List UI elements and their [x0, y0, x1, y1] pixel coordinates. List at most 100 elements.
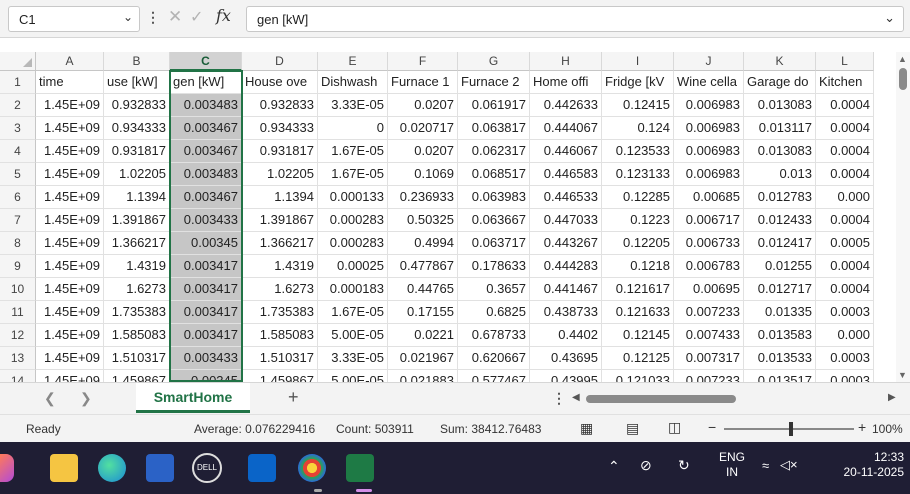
column-header-c[interactable]: C: [170, 52, 242, 71]
data-cell[interactable]: 0.12285: [602, 186, 674, 209]
data-cell[interactable]: 0.003467: [170, 117, 242, 140]
data-cell[interactable]: 0.931817: [242, 140, 318, 163]
mute-notifications-icon[interactable]: ⊘: [640, 457, 652, 474]
data-cell[interactable]: 0.007233: [674, 301, 744, 324]
enter-check-icon[interactable]: ✓: [190, 7, 203, 27]
data-cell[interactable]: 0.003467: [170, 140, 242, 163]
column-header-f[interactable]: F: [388, 52, 458, 71]
data-cell[interactable]: 0.123533: [602, 140, 674, 163]
data-cell[interactable]: 0.000283: [318, 209, 388, 232]
data-cell[interactable]: 0.006783: [674, 255, 744, 278]
scroll-left-icon[interactable]: ◀: [572, 392, 580, 403]
language-indicator[interactable]: ENG IN: [718, 450, 746, 480]
data-cell[interactable]: 1.45E+09: [36, 232, 104, 255]
data-cell[interactable]: 0.00025: [318, 255, 388, 278]
widgets-icon[interactable]: [0, 454, 14, 482]
data-cell[interactable]: 0.000: [816, 186, 874, 209]
data-cell[interactable]: 1.45E+09: [36, 209, 104, 232]
column-header-b[interactable]: B: [104, 52, 170, 71]
normal-view-icon[interactable]: ▦: [580, 420, 593, 437]
data-cell[interactable]: 0.3657: [458, 278, 530, 301]
data-cell[interactable]: 1.45E+09: [36, 94, 104, 117]
data-cell[interactable]: 0.620667: [458, 347, 530, 370]
data-cell[interactable]: 1.1394: [242, 186, 318, 209]
column-header-e[interactable]: E: [318, 52, 388, 71]
data-cell[interactable]: 1.45E+09: [36, 324, 104, 347]
data-cell[interactable]: 0.003417: [170, 324, 242, 347]
data-cell[interactable]: 0.0004: [816, 94, 874, 117]
data-cell[interactable]: 1.45E+09: [36, 347, 104, 370]
data-cell[interactable]: 0.00695: [674, 278, 744, 301]
data-cell[interactable]: 0.446067: [530, 140, 602, 163]
row-header[interactable]: 6: [0, 186, 36, 209]
data-cell[interactable]: 0.006983: [674, 117, 744, 140]
previous-sheet-icon[interactable]: ❮: [44, 390, 56, 407]
zoom-slider-knob[interactable]: [789, 422, 793, 436]
data-cell[interactable]: 0.000183: [318, 278, 388, 301]
data-cell[interactable]: 0.063817: [458, 117, 530, 140]
insert-function-icon[interactable]: fx: [216, 6, 231, 25]
select-all-button[interactable]: [0, 52, 36, 71]
zoom-slider[interactable]: [724, 422, 854, 436]
data-cell[interactable]: 0.007317: [674, 347, 744, 370]
row-header[interactable]: 4: [0, 140, 36, 163]
data-cell[interactable]: 0.006983: [674, 163, 744, 186]
data-cell[interactable]: 0.934333: [104, 117, 170, 140]
data-cell[interactable]: 1.4319: [104, 255, 170, 278]
store-icon[interactable]: [146, 454, 174, 482]
data-cell[interactable]: 0.012433: [744, 209, 816, 232]
data-cell[interactable]: 1.391867: [104, 209, 170, 232]
data-cell[interactable]: 0.061917: [458, 94, 530, 117]
data-cell[interactable]: 1.510317: [242, 347, 318, 370]
header-cell[interactable]: gen [kW]: [170, 71, 242, 94]
data-cell[interactable]: 0.003417: [170, 278, 242, 301]
data-cell[interactable]: 0.013: [744, 163, 816, 186]
data-cell[interactable]: 0.123133: [602, 163, 674, 186]
sheet-tab-smarthome[interactable]: SmartHome: [136, 383, 250, 413]
data-cell[interactable]: 0.012417: [744, 232, 816, 255]
expand-formula-bar-icon[interactable]: ⌄: [884, 10, 895, 26]
data-cell[interactable]: 0.013533: [744, 347, 816, 370]
data-cell[interactable]: 1.45E+09: [36, 186, 104, 209]
data-cell[interactable]: 0.6825: [458, 301, 530, 324]
dell-icon[interactable]: DELL: [192, 453, 222, 483]
data-cell[interactable]: 0.934333: [242, 117, 318, 140]
volume-muted-icon[interactable]: ◁×: [780, 457, 798, 473]
data-cell[interactable]: 0.006983: [674, 140, 744, 163]
data-cell[interactable]: 1.45E+09: [36, 301, 104, 324]
data-cell[interactable]: 0.121617: [602, 278, 674, 301]
zoom-in-icon[interactable]: +: [858, 419, 866, 435]
data-cell[interactable]: 0.0004: [816, 117, 874, 140]
data-cell[interactable]: 0.124: [602, 117, 674, 140]
chevron-down-icon[interactable]: ⌄: [123, 10, 133, 24]
data-cell[interactable]: 1.585083: [104, 324, 170, 347]
data-cell[interactable]: 3.33E-05: [318, 94, 388, 117]
data-cell[interactable]: 0.12205: [602, 232, 674, 255]
header-cell[interactable]: Wine cella: [674, 71, 744, 94]
data-cell[interactable]: 1.4319: [242, 255, 318, 278]
data-cell[interactable]: 0.000133: [318, 186, 388, 209]
next-sheet-icon[interactable]: ❯: [80, 390, 92, 407]
data-cell[interactable]: 1.366217: [104, 232, 170, 255]
data-cell[interactable]: 0.4994: [388, 232, 458, 255]
data-cell[interactable]: 0.0004: [816, 209, 874, 232]
row-header[interactable]: 11: [0, 301, 36, 324]
header-cell[interactable]: Furnace 1: [388, 71, 458, 94]
data-cell[interactable]: 0.063983: [458, 186, 530, 209]
data-cell[interactable]: 0.50325: [388, 209, 458, 232]
scroll-up-icon[interactable]: ▲: [898, 54, 907, 64]
data-cell[interactable]: 0.0004: [816, 140, 874, 163]
data-cell[interactable]: 0.1223: [602, 209, 674, 232]
zoom-out-icon[interactable]: −: [708, 419, 716, 435]
data-cell[interactable]: 0.12415: [602, 94, 674, 117]
data-cell[interactable]: 0.006983: [674, 94, 744, 117]
outlook-icon[interactable]: [248, 454, 276, 482]
row-header[interactable]: 1: [0, 71, 36, 94]
data-cell[interactable]: 0.013117: [744, 117, 816, 140]
data-cell[interactable]: 0.000: [816, 324, 874, 347]
data-cell[interactable]: 0.020717: [388, 117, 458, 140]
data-cell[interactable]: 1.6273: [104, 278, 170, 301]
data-cell[interactable]: 5.00E-05: [318, 324, 388, 347]
data-cell[interactable]: 0.01335: [744, 301, 816, 324]
data-cell[interactable]: 1.1394: [104, 186, 170, 209]
